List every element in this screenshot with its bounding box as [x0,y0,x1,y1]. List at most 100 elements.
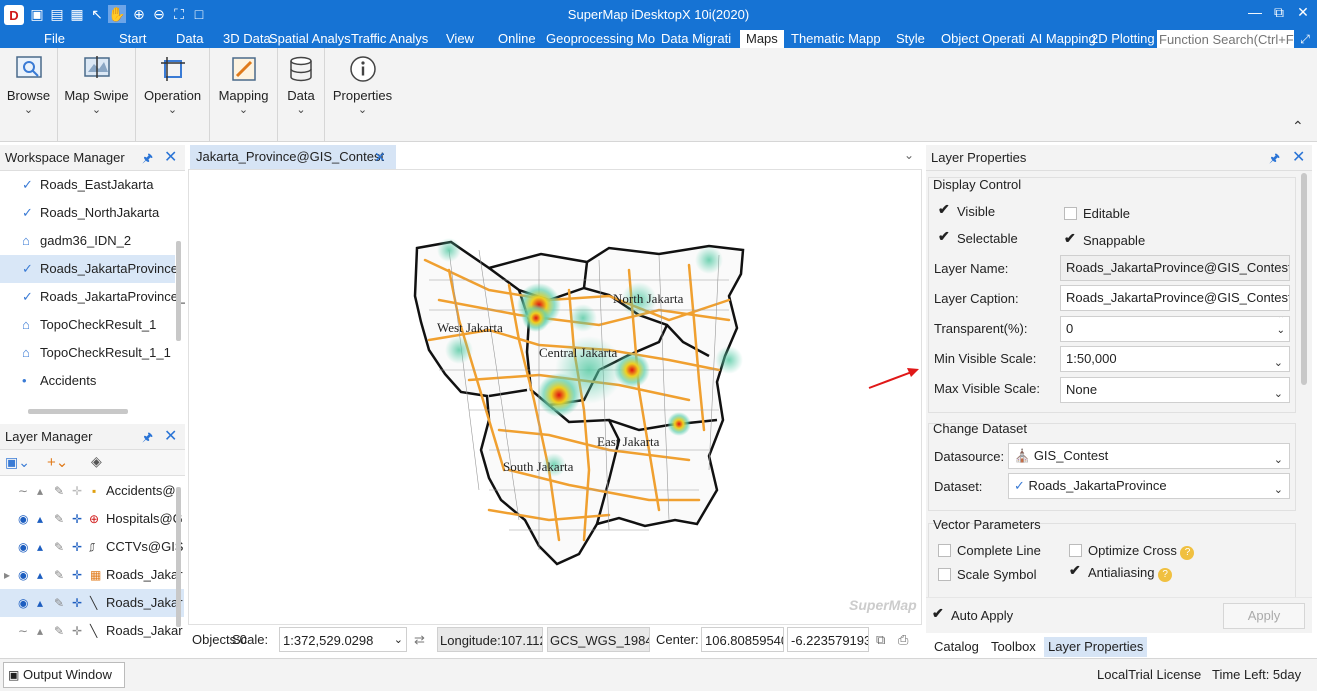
menu-ai-mapping[interactable]: AI Mapping [1030,30,1096,48]
swap-icon[interactable]: ⇄ [414,627,430,652]
eye-icon[interactable]: ◉ [18,533,28,561]
table-row[interactable]: ◉ ▴ ✎ ✛ ⊕ Hospitals@G [0,505,184,533]
dataset-combobox[interactable]: ✓ Roads_JakartaProvince ⌄ [1008,473,1290,499]
menu-geoprocessing[interactable]: Geoprocessing Mo [546,30,655,48]
copy-icon[interactable]: ⧉ [876,627,892,652]
min-visible-scale-combobox[interactable]: 1:50,000 ⌄ [1060,346,1290,372]
menu-style[interactable]: Style [896,30,925,48]
vertical-scrollbar[interactable] [176,487,181,627]
snap-icon[interactable]: ✛ [72,533,82,561]
menu-view[interactable]: View [446,30,474,48]
add-layer-icon[interactable]: ▣⌄ [5,454,30,471]
snap-icon[interactable]: ✛ [72,561,82,589]
snap-icon[interactable]: ✛ [72,477,82,505]
edit-icon[interactable]: ✎ [54,477,64,505]
transparent-spinner[interactable]: 0 ⌃ ⌄ [1060,316,1290,342]
close-tab-icon[interactable]: ✕ [374,145,386,169]
help-icon[interactable]: ? [1158,568,1173,582]
paste-icon[interactable]: ⎙ [898,627,914,652]
list-item[interactable]: ✓ Roads_JakartaProvince [0,255,178,283]
scale-symbol-checkbox[interactable]: Scale Symbol [938,567,1036,582]
snap-icon[interactable]: ✛ [72,617,82,645]
vertical-scrollbar[interactable] [1301,173,1307,385]
menu-traffic-analysis[interactable]: Traffic Analys [351,30,428,48]
maximize-icon[interactable]: ⧉ [1268,4,1290,21]
table-row[interactable]: ◉ ▴ ✎ ✛ ╲ Roads_Jakar [0,589,184,617]
list-item[interactable]: ⌂ gadm36_IDN_2 [0,227,175,255]
snap-icon[interactable]: ✛ [72,505,82,533]
menu-thematic-mapping[interactable]: Thematic Mapp [791,30,881,48]
scale-combobox[interactable]: 1:372,529.0298 ⌄ [279,627,407,652]
edit-icon[interactable]: ✎ [54,589,64,617]
tab-dropdown-icon[interactable]: ⌄ [904,148,914,162]
auto-apply-checkbox[interactable]: Auto Apply [932,605,1013,623]
data-button[interactable]: Data ⌄ [278,48,325,142]
table-row[interactable]: ∼ ▴ ✎ ✛ ▪ Accidents@ [0,477,184,505]
list-item[interactable]: • Accidents [0,367,175,395]
browse-button[interactable]: Browse ⌄ [0,48,58,142]
editable-checkbox[interactable]: Editable [1064,206,1130,221]
expand-icon[interactable]: ⤢ [1296,30,1314,48]
chevron-down-icon[interactable]: ⌄ [394,628,403,651]
center-y-field[interactable]: -6.223579193 [787,627,869,652]
selectable-icon[interactable]: ▴ [37,617,43,645]
selectable-checkbox[interactable]: Selectable [938,228,1018,246]
selectable-icon[interactable]: ▴ [37,505,43,533]
hidden-eye-icon[interactable]: ∼ [18,617,28,645]
close-icon[interactable]: ✕ [164,424,177,450]
list-item[interactable]: ✓ Roads_NorthJakarta [0,199,175,227]
layer-caption-input[interactable]: Roads_JakartaProvince@GIS_Contest [1060,285,1290,311]
function-search-input[interactable] [1157,30,1294,48]
list-item[interactable]: ✓ Roads_JakartaProvince_ [0,283,185,311]
tab-catalog[interactable]: Catalog [930,637,983,657]
map-document-tab[interactable]: Jakarta_Province@GIS_Contest ✕ [190,145,396,169]
pin-icon[interactable]: 🖈 [1269,145,1280,171]
edit-icon[interactable]: ✎ [54,533,64,561]
selectable-icon[interactable]: ▴ [37,533,43,561]
snappable-checkbox[interactable]: Snappable [1064,230,1145,248]
menu-data[interactable]: Data [176,30,203,48]
eye-icon[interactable]: ◉ [18,505,28,533]
horizontal-scrollbar[interactable] [28,409,128,414]
snap-icon[interactable]: ✛ [72,589,82,617]
collapse-ribbon-icon[interactable]: ⌃ [1292,118,1304,135]
edit-icon[interactable]: ✎ [54,617,64,645]
spinner-arrows-icon[interactable]: ⌃ ⌄ [1277,317,1285,336]
vertical-scrollbar[interactable] [176,241,181,341]
menu-2d-plotting[interactable]: 2D Plotting [1091,30,1155,48]
menu-3d-data[interactable]: 3D Data [223,30,271,48]
antialiasing-checkbox[interactable]: Antialiasing ? [1069,562,1173,582]
menu-maps[interactable]: Maps [740,30,784,48]
close-icon[interactable]: ✕ [1292,4,1314,21]
list-item[interactable]: ⌂ TopoCheckResult_1 [0,311,175,339]
properties-button[interactable]: Properties ⌄ [325,48,400,142]
pin-icon[interactable]: 🖈 [142,145,153,171]
complete-line-checkbox[interactable]: Complete Line [938,543,1041,558]
help-icon[interactable]: ? [1180,546,1195,560]
center-x-field[interactable]: 106.80859540 [701,627,784,652]
chevron-down-icon[interactable]: ⌄ [1274,351,1283,371]
chevron-down-icon[interactable]: ⌄ [1274,478,1283,498]
hidden-eye-icon[interactable]: ∼ [18,477,28,505]
output-window-button[interactable]: ▣ Output Window [3,662,125,688]
visible-checkbox[interactable]: Visible [938,201,995,219]
tab-toolbox[interactable]: Toolbox [987,637,1040,657]
edit-icon[interactable]: ✎ [54,561,64,589]
tab-layer-properties[interactable]: Layer Properties [1044,637,1148,657]
chevron-down-icon[interactable]: ⌄ [1274,382,1283,402]
expand-arrow-icon[interactable]: ▸ [4,561,10,589]
layers-icon[interactable]: ◈ [91,453,102,470]
eye-icon[interactable]: ◉ [18,561,28,589]
selectable-icon[interactable]: ▴ [37,477,43,505]
apply-button[interactable]: Apply [1223,603,1305,629]
close-icon[interactable]: ✕ [164,145,177,171]
edit-icon[interactable]: ✎ [54,505,64,533]
selectable-icon[interactable]: ▴ [37,561,43,589]
chevron-down-icon[interactable]: ⌄ [1274,448,1283,468]
table-row[interactable]: ∼ ▴ ✎ ✛ ╲ Roads_Jakar [0,617,184,645]
selectable-icon[interactable]: ▴ [37,589,43,617]
table-row[interactable]: ▸ ◉ ▴ ✎ ✛ ▦ Roads_Jakar [0,561,184,589]
operation-button[interactable]: Operation ⌄ [136,48,210,142]
minimize-icon[interactable]: — [1244,4,1266,20]
pin-icon[interactable]: 🖈 [142,424,153,450]
